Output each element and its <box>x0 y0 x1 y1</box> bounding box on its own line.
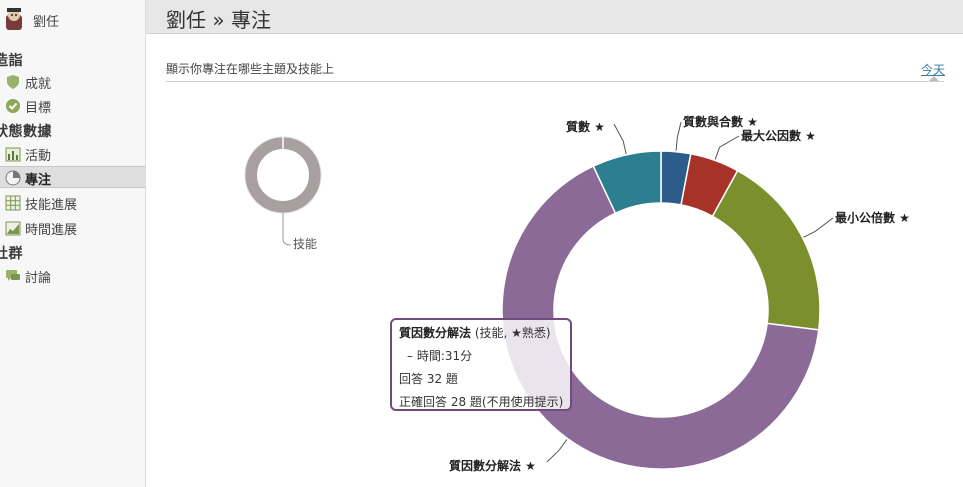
tooltip-correct: 正確回答 28 題(不用使用提示) <box>399 395 564 409</box>
slice-leader-line <box>675 121 682 151</box>
tooltip-time: – 時間:31分 <box>407 349 473 363</box>
slice-label: 質數 ★ <box>566 119 605 134</box>
slice-leader-line <box>613 123 627 154</box>
mini-chart-ring[interactable] <box>245 137 321 213</box>
tooltip-title-suffix: (技能, ★熟悉) <box>474 326 551 340</box>
slice-leader-line <box>546 439 568 463</box>
donut-slice[interactable] <box>711 169 821 331</box>
slice-leader-line <box>714 135 740 160</box>
slice-label: 質因數分解法 ★ <box>449 458 536 473</box>
focus-chart: 技能 質數與合數 ★最大公因數 ★ 最小公倍數 ★ 質因數分解法 ★ 質數 ★ <box>244 114 910 473</box>
slice-leader-line <box>803 217 834 238</box>
chart-tooltip: 質因數分解法 (技能, ★熟悉) – 時間:31分 回答 32 題 正確回答 2… <box>390 318 572 411</box>
tooltip-title: 質因數分解法 <box>399 326 472 340</box>
slice-label: 最大公因數 ★ <box>741 128 816 143</box>
slice-label: 最小公倍數 ★ <box>835 210 910 225</box>
tooltip-answered: 回答 32 題 <box>399 372 458 386</box>
mini-chart-leader <box>282 213 292 246</box>
tooltip-title-row: 質因數分解法 (技能, ★熟悉) <box>399 324 563 341</box>
slice-label: 質數與合數 ★ <box>683 114 758 129</box>
mini-chart-label: 技能 <box>293 237 317 251</box>
